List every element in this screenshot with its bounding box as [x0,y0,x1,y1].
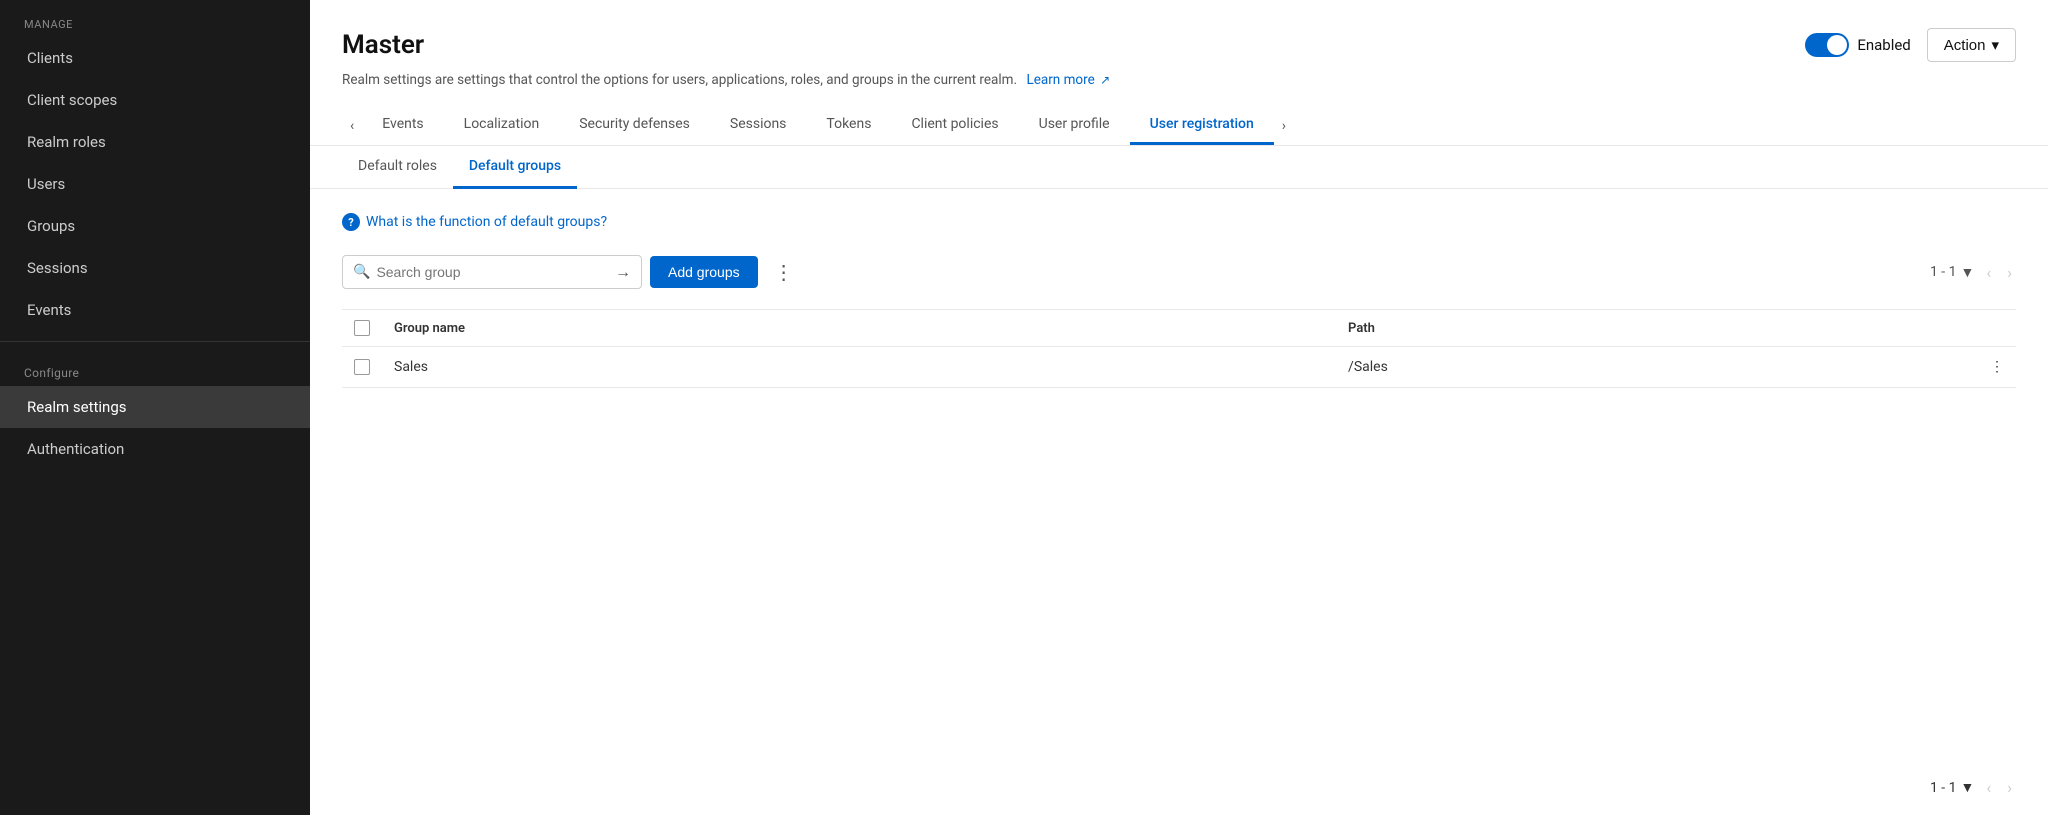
sub-tab-default-roles[interactable]: Default roles [342,146,453,189]
more-options-icon[interactable]: ⋮ [766,256,802,288]
sidebar-item-client-scopes[interactable]: Client scopes [0,79,310,121]
tab-security-defenses[interactable]: Security defenses [559,106,710,145]
bottom-pagination-dropdown-icon[interactable]: ▼ [1961,779,1975,796]
subtitle-text: Realm settings are settings that control… [342,72,1017,88]
search-row: 🔍 → Add groups ⋮ 1 - 1 ▼ ‹ › [342,255,2016,289]
search-left: 🔍 → Add groups ⋮ [342,255,802,289]
sidebar: Manage Clients Client scopes Realm roles… [0,0,310,815]
sidebar-item-realm-settings[interactable]: Realm settings [0,386,310,428]
external-link-icon: ↗ [1100,73,1110,87]
tabs-right-arrow[interactable]: › [1274,108,1294,144]
pagination-dropdown-icon[interactable]: ▼ [1961,264,1975,281]
search-input[interactable] [376,264,615,280]
configure-section-label: Configure [0,352,310,386]
row-checkbox[interactable] [354,359,370,375]
tabs-left-arrow[interactable]: ‹ [342,108,362,144]
page-title: Master [342,30,424,60]
tab-client-policies[interactable]: Client policies [891,106,1018,145]
sidebar-item-events[interactable]: Events [0,289,310,331]
pagination-select: 1 - 1 ▼ [1930,264,1974,281]
table-row: Sales /Sales ⋮ [342,347,2016,388]
pagination-right: 1 - 1 ▼ ‹ › [1930,261,2016,284]
sidebar-item-realm-roles[interactable]: Realm roles [0,121,310,163]
cell-group-name: Sales [382,347,1336,388]
enabled-toggle[interactable] [1805,33,1849,57]
sidebar-item-groups[interactable]: Groups [0,205,310,247]
pagination-info: 1 - 1 [1930,264,1957,280]
tab-events[interactable]: Events [362,106,443,145]
row-more-icon[interactable]: ⋮ [1990,359,2004,375]
bottom-pagination: 1 - 1 ▼ ‹ › [310,760,2048,815]
search-input-wrapper: 🔍 → [342,255,642,289]
help-link-text: What is the function of default groups? [366,214,607,230]
bottom-pagination-select: 1 - 1 ▼ [1930,779,1974,796]
search-icon: 🔍 [353,264,370,280]
table-body: Sales /Sales ⋮ [342,347,2016,388]
main-content: Master Enabled Action ▾ Realm settings a… [310,0,2048,815]
action-chevron-icon: ▾ [1991,36,1999,54]
learn-more-text: Learn more [1026,72,1094,88]
help-link[interactable]: ? What is the function of default groups… [342,213,2016,231]
bottom-pagination-next-arrow[interactable]: › [2003,776,2016,799]
header-subtitle: Realm settings are settings that control… [342,70,2016,90]
tab-user-profile[interactable]: User profile [1019,106,1130,145]
sidebar-item-authentication[interactable]: Authentication [0,428,310,470]
help-icon: ? [342,213,360,231]
enabled-label: Enabled [1857,36,1910,54]
sidebar-item-clients[interactable]: Clients [0,37,310,79]
sidebar-item-users[interactable]: Users [0,163,310,205]
pagination-next-arrow[interactable]: › [2003,261,2016,284]
content-area: ? What is the function of default groups… [310,189,2048,760]
sidebar-divider [0,341,310,342]
col-path: Path [1336,310,1976,347]
sub-tabs: Default roles Default groups [310,146,2048,189]
header-actions: Enabled Action ▾ [1805,28,2016,62]
enabled-toggle-wrapper: Enabled [1805,33,1910,57]
pagination-prev-arrow[interactable]: ‹ [1982,261,1995,284]
col-group-name: Group name [382,310,1336,347]
bottom-pagination-prev-arrow[interactable]: ‹ [1982,776,1995,799]
tab-sessions[interactable]: Sessions [710,106,807,145]
action-button[interactable]: Action ▾ [1927,28,2016,62]
cell-path: /Sales [1336,347,1976,388]
header: Master Enabled Action ▾ Realm settings a… [310,0,2048,146]
tab-user-registration[interactable]: User registration [1130,106,1274,145]
action-button-label: Action [1944,37,1986,54]
main-tabs: ‹ Events Localization Security defenses … [342,106,2016,145]
sub-tab-default-groups[interactable]: Default groups [453,146,577,189]
bottom-pagination-info: 1 - 1 [1930,780,1957,796]
learn-more-link[interactable]: Learn more ↗ [1026,72,1110,88]
tab-localization[interactable]: Localization [444,106,560,145]
manage-section-label: Manage [0,0,310,37]
tab-tokens[interactable]: Tokens [806,106,891,145]
add-groups-button[interactable]: Add groups [650,256,758,288]
select-all-checkbox[interactable] [354,320,370,336]
groups-table: Group name Path Sales /Sales ⋮ [342,309,2016,388]
table-header: Group name Path [342,310,2016,347]
search-submit-icon[interactable]: → [615,262,631,282]
sidebar-item-sessions[interactable]: Sessions [0,247,310,289]
